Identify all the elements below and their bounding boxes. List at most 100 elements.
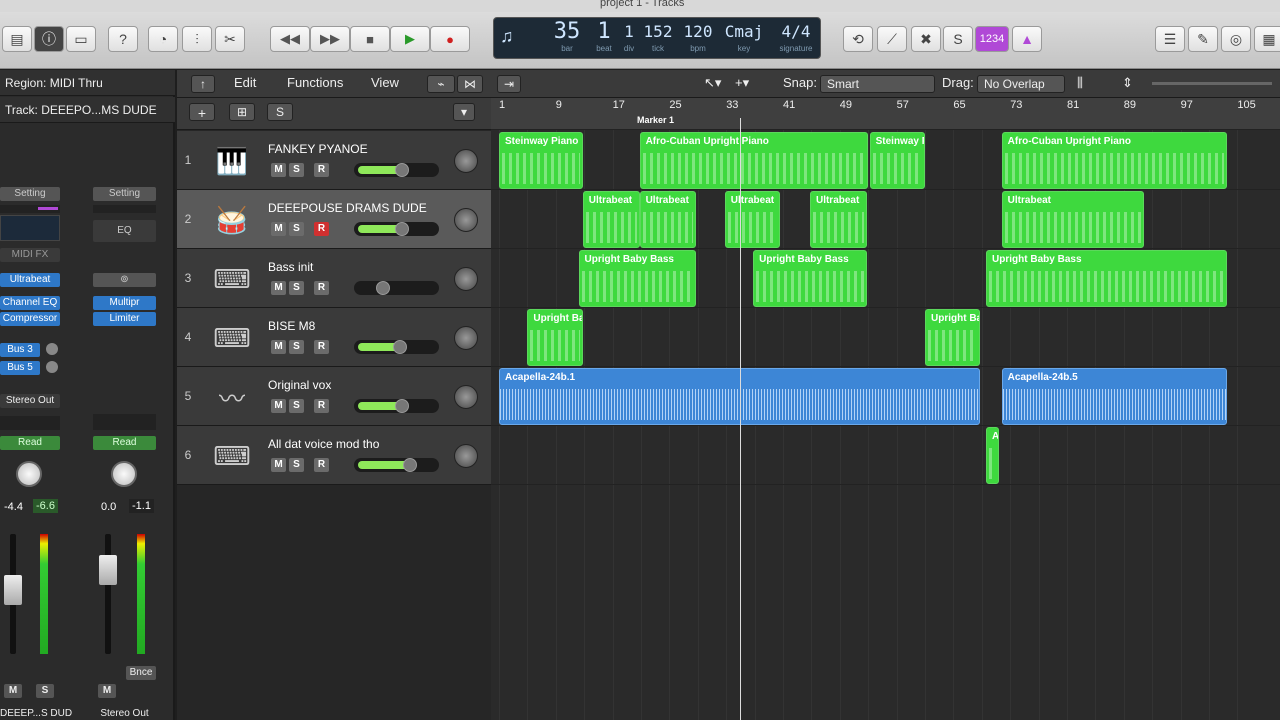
track-header[interactable]: 1 🎹 FANKEY PYANOE M S R (177, 131, 491, 190)
track-record-button[interactable]: R (314, 163, 329, 177)
forward-button[interactable]: ▶▶ (310, 26, 350, 52)
midi-region[interactable]: Upright Baby Bass (753, 250, 867, 307)
track-lane[interactable] (491, 426, 1280, 485)
midi-region[interactable]: Afro-Cuban Upright Piano (1001, 132, 1228, 189)
eq-thumbnail-2[interactable] (93, 205, 156, 213)
midi-region[interactable]: Ultrabeat (724, 191, 781, 248)
instrument-slot[interactable]: Ultrabeat (0, 273, 60, 287)
track-header[interactable]: 3 ⌨ Bass init M S R (177, 249, 491, 308)
automation-mode-2[interactable]: Read (93, 436, 156, 450)
keyboard-stand-icon[interactable]: ⌨ (210, 316, 254, 360)
track-pan-knob[interactable] (454, 267, 478, 291)
midi-region[interactable]: Upright Baby Bass (578, 250, 697, 307)
plugin-slot-1[interactable]: Channel EQ (0, 296, 60, 310)
waveform-zoom-button[interactable]: ⫼ (1077, 75, 1083, 91)
pointer-tool-menu[interactable]: ↖▾ (704, 75, 721, 91)
list-editors-button[interactable]: ☰ (1155, 26, 1185, 52)
track-record-button[interactable]: R (314, 340, 329, 354)
track-header[interactable]: 6 ⌨ All dat voice mod tho M S R (177, 426, 491, 485)
mute-button[interactable]: M (4, 684, 22, 698)
track-header-menu[interactable]: ▾ (453, 103, 475, 121)
midi-fx-slot[interactable]: MIDI FX (0, 248, 60, 262)
grand-piano-icon[interactable]: 🎹 (210, 139, 254, 183)
volume-handle[interactable] (395, 163, 409, 177)
midi-region[interactable]: Steinway Piano (869, 132, 925, 189)
drag-dropdown[interactable]: No Overlap (977, 75, 1065, 93)
menu-edit[interactable]: Edit (234, 75, 256, 90)
volume-handle[interactable] (395, 222, 409, 236)
volume-fader-track-2[interactable] (105, 534, 111, 654)
midi-region[interactable]: Upright Baby Bass (986, 250, 1228, 307)
track-name[interactable]: FANKEY PYANOE (268, 142, 368, 156)
send-slot-2[interactable]: Bus 5 (0, 361, 40, 375)
group-slot[interactable] (0, 416, 60, 430)
track-header[interactable]: 4 ⌨ BISE M8 M S R (177, 308, 491, 367)
catch-button[interactable]: ⇥ (497, 75, 521, 93)
arrange-area[interactable]: 1 9 17 25 33 41 49 57 65 73 81 89 97 105 Marker 1 Ste… (491, 98, 1280, 720)
keyboard-stand-icon[interactable]: ⌨ (210, 257, 254, 301)
solo-mode-button[interactable]: S (943, 26, 973, 52)
track-inspector-header[interactable]: Track: DEEEPO...MS DUDE (0, 97, 175, 123)
play-button[interactable]: ▶ (390, 26, 430, 52)
track-solo-button[interactable]: S (289, 281, 304, 295)
track-record-button[interactable]: R (314, 458, 329, 472)
eq-display[interactable] (0, 215, 60, 241)
mixer-button[interactable]: ⫶ (182, 26, 212, 52)
plugin-slot-4[interactable]: Limiter (93, 312, 156, 326)
track-volume-slider[interactable] (354, 163, 439, 177)
back-button[interactable]: ↑ (191, 75, 215, 93)
track-mute-button[interactable]: M (271, 458, 286, 472)
editors-button[interactable]: ✂ (215, 26, 245, 52)
volume-fader-handle-2[interactable] (99, 555, 117, 585)
track-volume-slider[interactable] (354, 340, 439, 354)
track-pan-knob[interactable] (454, 444, 478, 468)
track-pan-knob[interactable] (454, 208, 478, 232)
track-mute-button[interactable]: M (271, 399, 286, 413)
automation-mode[interactable]: Read (0, 436, 60, 450)
drum-kit-icon[interactable]: 🥁 (210, 198, 254, 242)
record-button[interactable]: ● (430, 26, 470, 52)
browser-button[interactable]: ▦ (1254, 26, 1280, 52)
smart-controls-button[interactable]: ◔ (148, 26, 178, 52)
marker-label[interactable]: Marker 1 (637, 115, 674, 125)
stop-button[interactable]: ■ (350, 26, 390, 52)
track-mute-button[interactable]: M (271, 281, 286, 295)
menu-view[interactable]: View (371, 75, 399, 90)
menu-functions[interactable]: Functions (287, 75, 343, 90)
track-pan-knob[interactable] (454, 385, 478, 409)
notepad-button[interactable]: ✎ (1188, 26, 1218, 52)
bounce-button[interactable]: Bnce (126, 666, 156, 680)
track-name[interactable]: DEEEPOUSE DRAMS DUDE (268, 201, 427, 215)
snap-dropdown[interactable]: Smart (820, 75, 935, 93)
pan-knob[interactable] (16, 461, 42, 487)
volume-handle[interactable] (376, 281, 390, 295)
library-button[interactable]: ▤ (2, 26, 32, 52)
midi-region[interactable]: A (986, 427, 999, 484)
volume-handle[interactable] (393, 340, 407, 354)
lcd-display[interactable]: ♫ 35 bar 1 beat 1 div 152 tick 120 bpm Cmaj ke… (493, 17, 821, 59)
volume-handle[interactable] (403, 458, 417, 472)
track-mute-button[interactable]: M (271, 222, 286, 236)
midi-region[interactable]: Ultrabeat (809, 191, 867, 248)
global-solo-button[interactable]: S (267, 103, 293, 121)
track-pan-knob[interactable] (454, 326, 478, 350)
send-knob-1[interactable] (46, 343, 58, 355)
ruler[interactable]: 1 9 17 25 33 41 49 57 65 73 81 89 97 105 Marker 1 (491, 98, 1280, 130)
plugin-slot-2[interactable]: Compressor (0, 312, 60, 326)
secondary-tool-menu[interactable]: +▾ (735, 75, 749, 91)
track-volume-slider[interactable] (354, 399, 439, 413)
region-inspector-header[interactable]: Region: MIDI Thru (0, 70, 175, 96)
metronome-button[interactable]: ▲ (1012, 26, 1042, 52)
audio-region[interactable]: Acapella-24b.5 (1001, 368, 1228, 425)
track-volume-slider[interactable] (354, 222, 439, 236)
track-solo-button[interactable]: S (289, 222, 304, 236)
keyboard-stand-icon[interactable]: ⌨ (210, 434, 254, 478)
track-solo-button[interactable]: S (289, 458, 304, 472)
toolbar-toggle-button[interactable]: ▭ (66, 26, 96, 52)
send-knob-2[interactable] (46, 361, 58, 373)
midi-region[interactable]: Afro-Cuban Upright Piano (639, 132, 869, 189)
volume-fader-handle[interactable] (4, 575, 22, 605)
track-solo-button[interactable]: S (289, 399, 304, 413)
track-record-button[interactable]: R (314, 281, 329, 295)
track-folder-button[interactable]: ⊞ (229, 103, 255, 121)
